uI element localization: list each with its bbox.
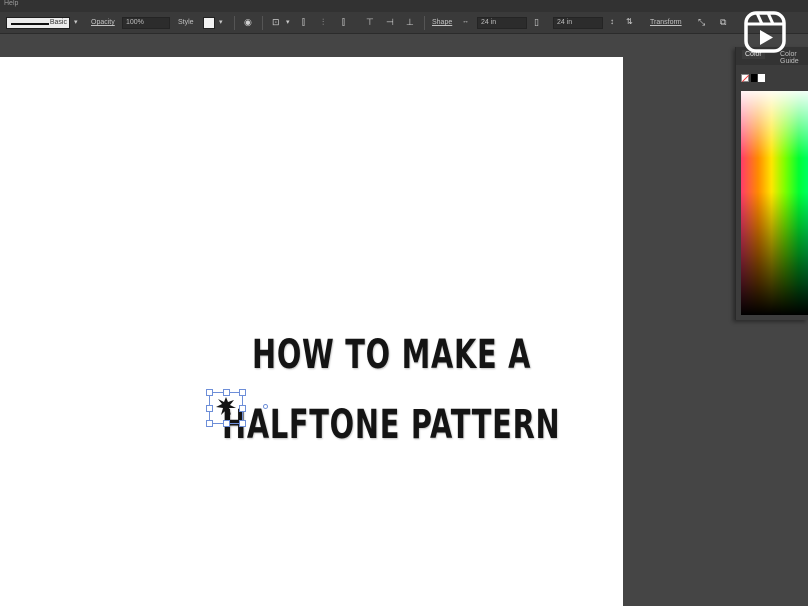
color-panel: Color Color Guide bbox=[735, 47, 808, 320]
opacity-input[interactable]: 100% bbox=[122, 17, 170, 29]
style-label: Style bbox=[178, 19, 194, 26]
transform-label[interactable]: Transform bbox=[650, 19, 682, 31]
align-left-icon[interactable]: ⫿ bbox=[302, 16, 305, 28]
align-right-icon[interactable]: ⫿ bbox=[342, 16, 345, 28]
stroke-style-label: Basic bbox=[49, 19, 67, 26]
reels-icon bbox=[744, 11, 786, 53]
align-bottom-icon[interactable]: ⊥ bbox=[406, 16, 414, 28]
control-bar: Basic ▾ Opacity 100% Style ▾ ◉ ⊡ ▾ ⫿ ⫶ ⫿… bbox=[0, 12, 808, 34]
headline-line-2[interactable]: HALFTONE PATTERN bbox=[222, 402, 560, 448]
resize-icon[interactable]: ⤡ bbox=[698, 16, 705, 28]
menu-help[interactable]: Help bbox=[4, 0, 18, 7]
align-middle-icon[interactable]: ⊣ bbox=[386, 16, 394, 28]
resize-handle[interactable] bbox=[239, 405, 246, 412]
resize-handle[interactable] bbox=[239, 420, 246, 427]
menu-bar: Help bbox=[0, 0, 808, 12]
height-input[interactable]: 24 in bbox=[553, 17, 603, 29]
color-spectrum[interactable] bbox=[741, 91, 808, 315]
selection-bounding-box[interactable] bbox=[206, 389, 246, 427]
height-icon: ↕ bbox=[610, 17, 614, 26]
width-icon: ↔ bbox=[462, 18, 469, 25]
resize-handle[interactable] bbox=[223, 389, 230, 396]
align-top-icon[interactable]: ⊤ bbox=[366, 16, 374, 28]
opacity-label[interactable]: Opacity bbox=[91, 19, 115, 31]
white-swatch[interactable] bbox=[758, 74, 765, 82]
width-input[interactable]: 24 in bbox=[477, 17, 527, 29]
resize-handle[interactable] bbox=[239, 389, 246, 396]
chevron-down-icon[interactable]: ▾ bbox=[74, 18, 78, 30]
resize-handle[interactable] bbox=[206, 420, 213, 427]
resize-handle[interactable] bbox=[206, 405, 213, 412]
recolor-artwork-icon[interactable]: ◉ bbox=[244, 16, 252, 28]
headline-line-1[interactable]: HOW TO MAKE A bbox=[252, 332, 531, 378]
resize-handle[interactable] bbox=[206, 389, 213, 396]
isolate-icon[interactable]: ⧉ bbox=[720, 16, 726, 28]
shape-label[interactable]: Shape bbox=[432, 19, 452, 31]
align-to-icon[interactable]: ⊡ bbox=[272, 16, 280, 28]
constrain-proportions-icon[interactable]: ▯ bbox=[534, 16, 539, 28]
height-adjust-icon[interactable]: ⇅ bbox=[626, 16, 633, 28]
black-swatch[interactable] bbox=[751, 74, 757, 82]
chevron-down-icon[interactable]: ▾ bbox=[286, 18, 290, 30]
stroke-style-dropdown[interactable]: Basic bbox=[6, 17, 70, 29]
chevron-down-icon[interactable]: ▾ bbox=[219, 18, 223, 30]
none-swatch-icon[interactable] bbox=[741, 74, 749, 82]
pasteboard bbox=[0, 35, 808, 57]
align-center-icon[interactable]: ⫶ bbox=[322, 16, 324, 28]
resize-handle[interactable] bbox=[223, 420, 230, 427]
graphic-style-swatch[interactable] bbox=[203, 17, 215, 29]
rotate-handle[interactable] bbox=[263, 404, 268, 409]
